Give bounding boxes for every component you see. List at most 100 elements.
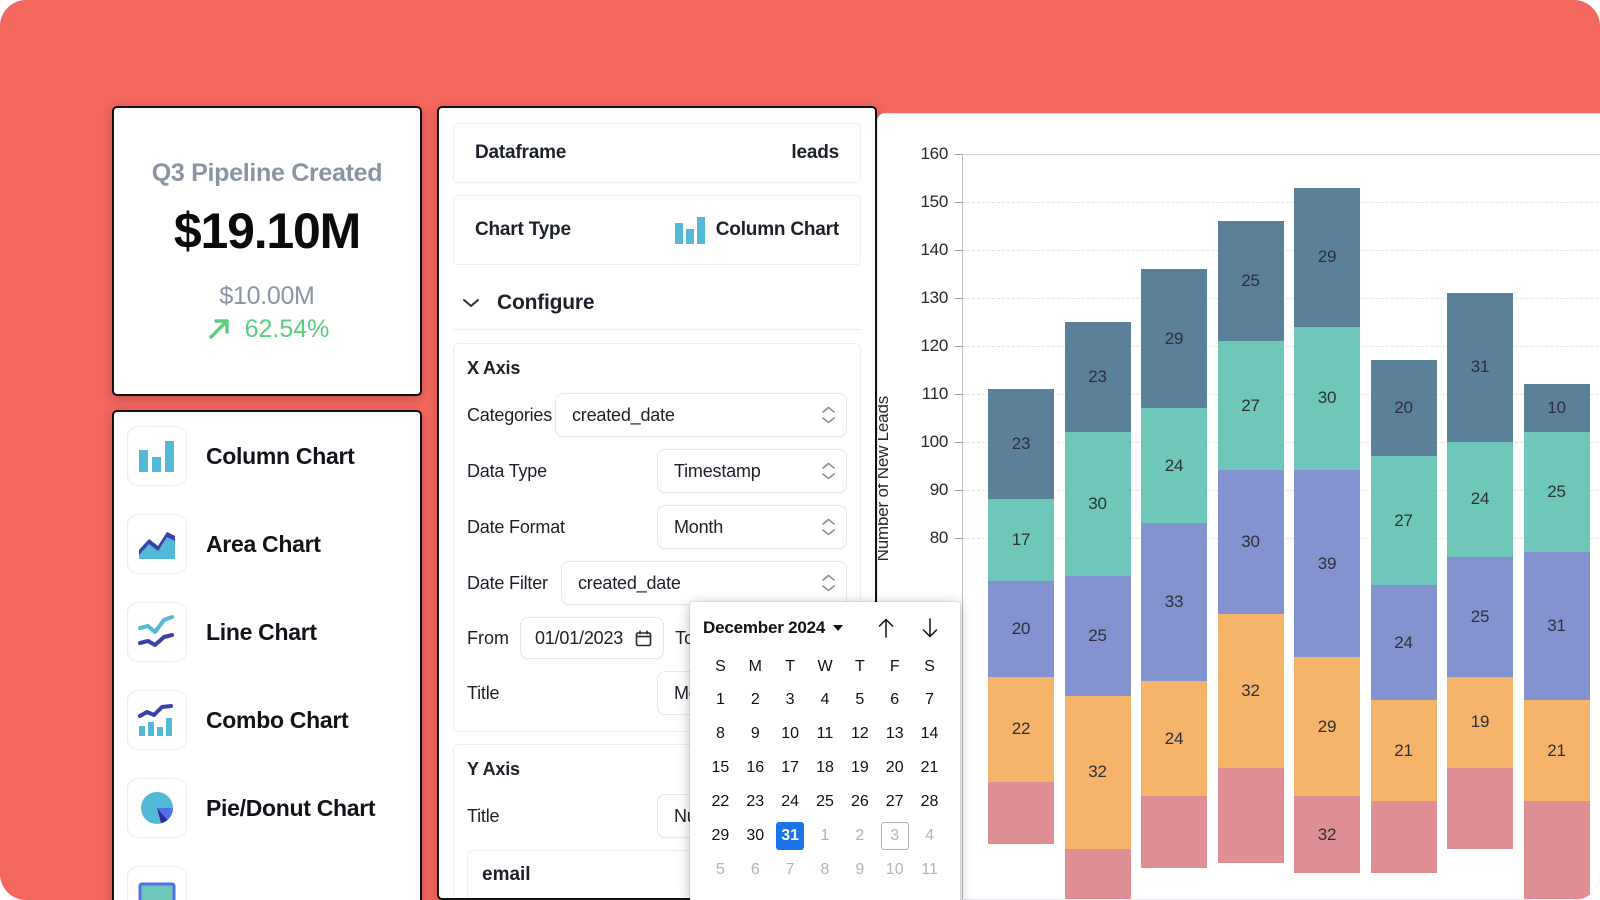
chart-bar-segment[interactable]: 32 [1064,695,1131,850]
chart-bar-segment[interactable]: 29 [1294,187,1360,327]
date-picker-day[interactable]: 23 [738,788,773,816]
date-picker-grid[interactable]: S M T W T F S 1 2 3 4 5 6 7 8 9 10 11 12 13 14 15 16 17 18 19 20 21… [703,654,947,884]
date-filter-select[interactable]: created_date [561,561,847,605]
date-picker-day[interactable]: 19 [842,754,877,782]
chart-bar-segment[interactable]: 24 [1141,408,1207,524]
date-picker-day[interactable]: 4 [912,822,947,850]
date-picker-day[interactable]: 10 [877,856,912,884]
chart-bar-segment[interactable]: 33 [1141,523,1207,682]
date-picker-day[interactable]: 18 [808,754,843,782]
chart-bar-segment[interactable]: 24 [1141,681,1207,797]
date-picker-day[interactable]: 11 [808,720,843,748]
date-picker-day[interactable]: 12 [842,720,877,748]
data-type-select[interactable]: Timestamp [657,449,847,493]
date-picker-day[interactable]: 21 [912,754,947,782]
date-picker-day[interactable]: 2 [842,822,877,850]
date-picker-day[interactable]: 7 [912,686,947,714]
chart-bar-segment[interactable]: 22 [988,676,1054,782]
date-picker-day[interactable]: 9 [842,856,877,884]
chart-bar-segment[interactable]: 32 [1217,614,1284,768]
date-picker-day[interactable]: 3 [877,822,912,850]
stepper-icon[interactable] [821,462,836,480]
date-picker-day[interactable]: 14 [912,720,947,748]
chart-bar-segment[interactable]: 25 [1523,432,1590,552]
chart-type-item-partial[interactable] [114,852,420,900]
chart-bar-segment[interactable]: 30 [1217,470,1284,615]
chart-bar-segment[interactable]: 31 [1447,293,1513,442]
kpi-card[interactable]: Q3 Pipeline Created $19.10M $10.00M 62.5… [112,106,422,396]
chart-bar-segment[interactable]: 21 [1370,700,1437,802]
configure-section-toggle[interactable]: Configure [453,277,861,330]
chart-bar-segment[interactable]: 24 [1370,585,1437,701]
chart-bar-segment[interactable]: 29 [1141,269,1207,409]
chart-bar-segment[interactable]: 23 [1064,321,1131,433]
chart-bar-segment[interactable] [1064,849,1131,899]
date-picker-day[interactable]: 8 [808,856,843,884]
date-picker-day[interactable]: 20 [877,754,912,782]
date-picker-day[interactable]: 3 [773,686,808,714]
date-format-select[interactable]: Month [657,505,847,549]
chart-bar-segment[interactable]: 19 [1447,676,1513,768]
chart-bar[interactable]: 29 24 33 24 [1141,269,1207,899]
chart-type-item-area[interactable]: Area Chart [114,500,420,588]
date-picker-day[interactable]: 15 [703,754,738,782]
dataframe-row[interactable]: Dataframe leads [453,123,861,183]
date-picker-day[interactable]: 2 [738,686,773,714]
date-picker-day[interactable]: 10 [773,720,808,748]
date-picker-day[interactable]: 7 [773,856,808,884]
chart-type-item-line[interactable]: Line Chart [114,588,420,676]
chart-bar-segment[interactable] [988,781,1054,845]
chart-bar[interactable]: 23 17 20 22 [988,388,1054,899]
date-picker-day[interactable]: 28 [912,788,947,816]
chart-bar-segment[interactable] [1217,767,1284,864]
chart-type-item-combo[interactable]: Combo Chart [114,676,420,764]
chart-bar-segment[interactable]: 21 [1523,700,1590,802]
chart-bar-segment[interactable]: 27 [1217,340,1284,471]
from-date-input[interactable]: 01/01/2023 [520,617,665,659]
date-picker-popup[interactable]: December 2024 S M T W T F S 1 2 3 4 5 6 7 8 9 10 11 12 13 14… [690,602,960,900]
chart-bar-segment[interactable]: 20 [1370,360,1437,456]
date-picker-day[interactable]: 25 [808,788,843,816]
chart-bar-segment[interactable]: 23 [988,388,1054,500]
arrow-down-icon[interactable] [919,616,941,640]
date-picker-month-selector[interactable]: December 2024 [703,618,844,638]
date-picker-day[interactable]: 24 [773,788,808,816]
chart-bar-segment[interactable]: 17 [988,499,1054,581]
date-picker-day[interactable]: 9 [738,720,773,748]
chart-bar-segment[interactable]: 31 [1523,551,1590,701]
chart-bar-segment[interactable]: 25 [1447,556,1513,677]
chart-bar-segment[interactable]: 10 [1523,384,1590,433]
date-picker-day[interactable]: 31 [773,822,808,850]
date-picker-day[interactable]: 1 [703,686,738,714]
chart-type-item-pie[interactable]: Pie/Donut Chart [114,764,420,852]
date-picker-day[interactable]: 29 [703,822,738,850]
chart-bar-segment[interactable]: 39 [1294,470,1360,658]
stepper-icon[interactable] [821,574,836,592]
date-picker-day[interactable]: 8 [703,720,738,748]
date-picker-day[interactable]: 6 [877,686,912,714]
chart-bar-segment[interactable]: 25 [1217,221,1284,341]
chart-bar-segment[interactable]: 29 [1294,657,1360,797]
chart-bar[interactable]: 23 30 25 32 [1064,321,1131,899]
date-picker-day[interactable]: 6 [738,856,773,884]
chart-bar-segment[interactable] [1141,796,1207,869]
chart-bar[interactable]: 25 27 30 32 [1217,221,1284,899]
chart-bar[interactable]: 31 24 25 19 [1447,293,1513,899]
chart-bar-segment[interactable]: 25 [1064,575,1131,696]
date-picker-day[interactable]: 26 [842,788,877,816]
date-picker-day[interactable]: 4 [808,686,843,714]
date-picker-day[interactable]: 27 [877,788,912,816]
date-picker-day[interactable]: 16 [738,754,773,782]
stepper-icon[interactable] [821,406,836,424]
date-picker-day[interactable]: 1 [808,822,843,850]
stepper-icon[interactable] [821,518,836,536]
chart-type-row[interactable]: Chart Type Column Chart [453,195,861,265]
chart-bar-segment[interactable] [1523,801,1590,899]
chart-bar-segment[interactable]: 24 [1447,441,1513,557]
date-picker-day[interactable]: 5 [842,686,877,714]
chart-bar-segment[interactable]: 20 [988,580,1054,677]
chart-type-item-column[interactable]: Column Chart [114,412,420,500]
chart-bar-segment[interactable] [1447,767,1513,850]
chart-bar[interactable]: 20 27 24 21 [1370,360,1437,899]
chart-bar-segment[interactable]: 30 [1294,326,1360,471]
